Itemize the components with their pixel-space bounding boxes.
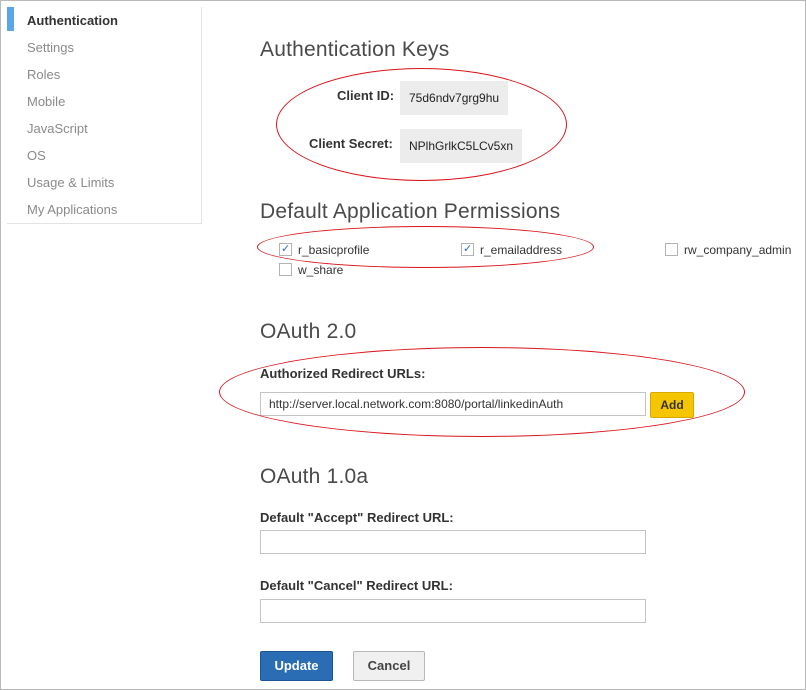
auth-keys-heading: Authentication Keys — [260, 38, 450, 61]
sidebar-item-my-applications[interactable]: My Applications — [7, 196, 201, 223]
sidebar-item-os[interactable]: OS — [7, 142, 201, 169]
sidebar-item-authentication[interactable]: Authentication — [7, 7, 201, 34]
permission-label: w_share — [298, 263, 344, 277]
update-button[interactable]: Update — [260, 651, 333, 681]
sidebar-nav: Authentication Settings Roles Mobile Jav… — [7, 7, 202, 224]
annotation-ellipse-keys — [276, 68, 567, 181]
permissions-heading: Default Application Permissions — [260, 200, 561, 223]
oauth1-heading: OAuth 1.0a — [260, 465, 369, 488]
sidebar-item-mobile[interactable]: Mobile — [7, 88, 201, 115]
annotation-ellipse-permissions — [257, 226, 594, 268]
checkbox-w-share[interactable] — [279, 263, 292, 276]
checkbox-rw-company-admin[interactable] — [665, 243, 678, 256]
accept-redirect-label: Default "Accept" Redirect URL: — [260, 510, 454, 525]
permission-rw-company-admin[interactable]: rw_company_admin — [665, 242, 791, 258]
cancel-redirect-input[interactable] — [260, 599, 646, 623]
sidebar-item-roles[interactable]: Roles — [7, 61, 201, 88]
permission-label: rw_company_admin — [684, 243, 792, 257]
sidebar-item-usage-limits[interactable]: Usage & Limits — [7, 169, 201, 196]
annotation-ellipse-redirect — [219, 347, 745, 437]
sidebar-item-settings[interactable]: Settings — [7, 34, 201, 61]
accept-redirect-input[interactable] — [260, 530, 646, 554]
sidebar-item-javascript[interactable]: JavaScript — [7, 115, 201, 142]
cancel-redirect-label: Default "Cancel" Redirect URL: — [260, 578, 453, 593]
cancel-button[interactable]: Cancel — [353, 651, 425, 681]
oauth2-heading: OAuth 2.0 — [260, 320, 357, 343]
